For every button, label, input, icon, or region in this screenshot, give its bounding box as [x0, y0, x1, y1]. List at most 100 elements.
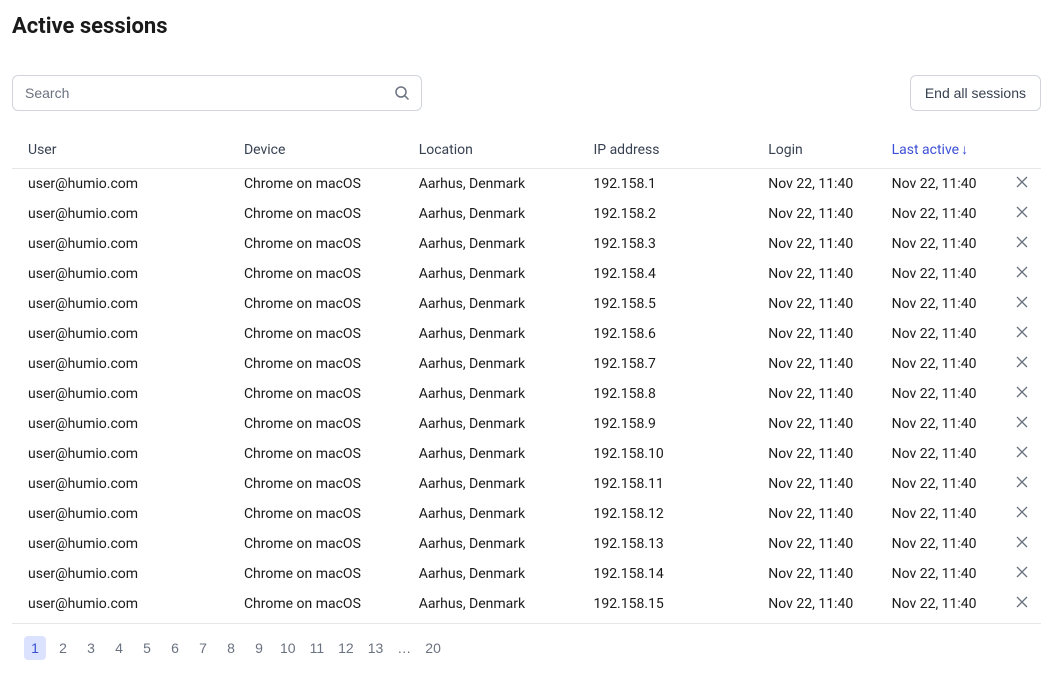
cell-location: Aarhus, Denmark: [403, 439, 578, 469]
cell-last_active: Nov 22, 11:40: [876, 439, 999, 469]
pagination-page-5[interactable]: 5: [136, 636, 158, 660]
pagination-page-4[interactable]: 4: [108, 636, 130, 660]
column-header-location[interactable]: Location: [403, 131, 578, 169]
cell-location: Aarhus, Denmark: [403, 409, 578, 439]
close-icon[interactable]: [1015, 415, 1029, 429]
pagination-page-13[interactable]: 13: [364, 636, 388, 660]
pagination-page-10[interactable]: 10: [276, 636, 300, 660]
cell-actions: [999, 259, 1041, 289]
close-icon[interactable]: [1015, 235, 1029, 249]
search-input[interactable]: [12, 75, 422, 111]
close-icon[interactable]: [1015, 355, 1029, 369]
close-icon[interactable]: [1015, 565, 1029, 579]
cell-user: user@humio.com: [12, 259, 228, 289]
cell-login: Nov 22, 11:40: [752, 199, 875, 229]
cell-user: user@humio.com: [12, 229, 228, 259]
cell-user: user@humio.com: [12, 349, 228, 379]
pagination-page-20[interactable]: 20: [421, 636, 445, 660]
pagination-page-1[interactable]: 1: [24, 636, 46, 660]
pagination-page-12[interactable]: 12: [334, 636, 358, 660]
close-icon[interactable]: [1015, 475, 1029, 489]
cell-location: Aarhus, Denmark: [403, 289, 578, 319]
column-header-login[interactable]: Login: [752, 131, 875, 169]
column-header-last-active[interactable]: Last active↓: [876, 131, 999, 169]
cell-login: Nov 22, 11:40: [752, 319, 875, 349]
close-icon[interactable]: [1015, 445, 1029, 459]
cell-ip: 192.158.1: [577, 169, 752, 200]
cell-last_active: Nov 22, 11:40: [876, 559, 999, 589]
cell-device: Chrome on macOS: [228, 559, 403, 589]
cell-login: Nov 22, 11:40: [752, 469, 875, 499]
cell-login: Nov 22, 11:40: [752, 259, 875, 289]
column-header-ip[interactable]: IP address: [577, 131, 752, 169]
close-icon[interactable]: [1015, 505, 1029, 519]
close-icon[interactable]: [1015, 175, 1029, 189]
cell-ip: 192.158.6: [577, 319, 752, 349]
page-title: Active sessions: [12, 14, 1041, 39]
cell-login: Nov 22, 11:40: [752, 349, 875, 379]
table-row: user@humio.comChrome on macOSAarhus, Den…: [12, 199, 1041, 229]
cell-location: Aarhus, Denmark: [403, 469, 578, 499]
cell-ip: 192.158.9: [577, 409, 752, 439]
cell-device: Chrome on macOS: [228, 349, 403, 379]
pagination-page-2[interactable]: 2: [52, 636, 74, 660]
cell-device: Chrome on macOS: [228, 499, 403, 529]
cell-location: Aarhus, Denmark: [403, 559, 578, 589]
cell-actions: [999, 199, 1041, 229]
cell-user: user@humio.com: [12, 289, 228, 319]
close-icon[interactable]: [1015, 385, 1029, 399]
cell-device: Chrome on macOS: [228, 469, 403, 499]
sort-descending-icon: ↓: [961, 142, 968, 158]
cell-login: Nov 22, 11:40: [752, 409, 875, 439]
cell-last_active: Nov 22, 11:40: [876, 349, 999, 379]
pagination-page-8[interactable]: 8: [220, 636, 242, 660]
pagination-page-11[interactable]: 11: [306, 636, 329, 660]
table-row: user@humio.comChrome on macOSAarhus, Den…: [12, 379, 1041, 409]
cell-actions: [999, 469, 1041, 499]
column-header-device[interactable]: Device: [228, 131, 403, 169]
cell-login: Nov 22, 11:40: [752, 529, 875, 559]
table-row: user@humio.comChrome on macOSAarhus, Den…: [12, 349, 1041, 379]
cell-location: Aarhus, Denmark: [403, 229, 578, 259]
cell-login: Nov 22, 11:40: [752, 439, 875, 469]
close-icon[interactable]: [1015, 205, 1029, 219]
cell-actions: [999, 319, 1041, 349]
cell-location: Aarhus, Denmark: [403, 199, 578, 229]
cell-actions: [999, 289, 1041, 319]
cell-user: user@humio.com: [12, 319, 228, 349]
pagination-page-3[interactable]: 3: [80, 636, 102, 660]
pagination-page-9[interactable]: 9: [248, 636, 270, 660]
cell-device: Chrome on macOS: [228, 199, 403, 229]
cell-login: Nov 22, 11:40: [752, 289, 875, 319]
cell-actions: [999, 409, 1041, 439]
close-icon[interactable]: [1015, 595, 1029, 609]
cell-ip: 192.158.2: [577, 199, 752, 229]
cell-last_active: Nov 22, 11:40: [876, 529, 999, 559]
cell-last_active: Nov 22, 11:40: [876, 379, 999, 409]
cell-actions: [999, 559, 1041, 589]
cell-actions: [999, 229, 1041, 259]
cell-ip: 192.158.13: [577, 529, 752, 559]
close-icon[interactable]: [1015, 325, 1029, 339]
toolbar: End all sessions: [12, 75, 1041, 111]
cell-last_active: Nov 22, 11:40: [876, 469, 999, 499]
cell-actions: [999, 439, 1041, 469]
cell-last_active: Nov 22, 11:40: [876, 169, 999, 200]
pagination-page-7[interactable]: 7: [192, 636, 214, 660]
end-all-sessions-button[interactable]: End all sessions: [910, 75, 1041, 111]
column-header-user[interactable]: User: [12, 131, 228, 169]
table-row: user@humio.comChrome on macOSAarhus, Den…: [12, 289, 1041, 319]
cell-location: Aarhus, Denmark: [403, 379, 578, 409]
cell-actions: [999, 349, 1041, 379]
cell-login: Nov 22, 11:40: [752, 559, 875, 589]
cell-device: Chrome on macOS: [228, 379, 403, 409]
close-icon[interactable]: [1015, 535, 1029, 549]
close-icon[interactable]: [1015, 295, 1029, 309]
cell-user: user@humio.com: [12, 469, 228, 499]
close-icon[interactable]: [1015, 265, 1029, 279]
table-row: user@humio.comChrome on macOSAarhus, Den…: [12, 409, 1041, 439]
cell-user: user@humio.com: [12, 529, 228, 559]
pagination-page-6[interactable]: 6: [164, 636, 186, 660]
pagination: 12345678910111213…20: [12, 636, 1041, 660]
cell-ip: 192.158.4: [577, 259, 752, 289]
